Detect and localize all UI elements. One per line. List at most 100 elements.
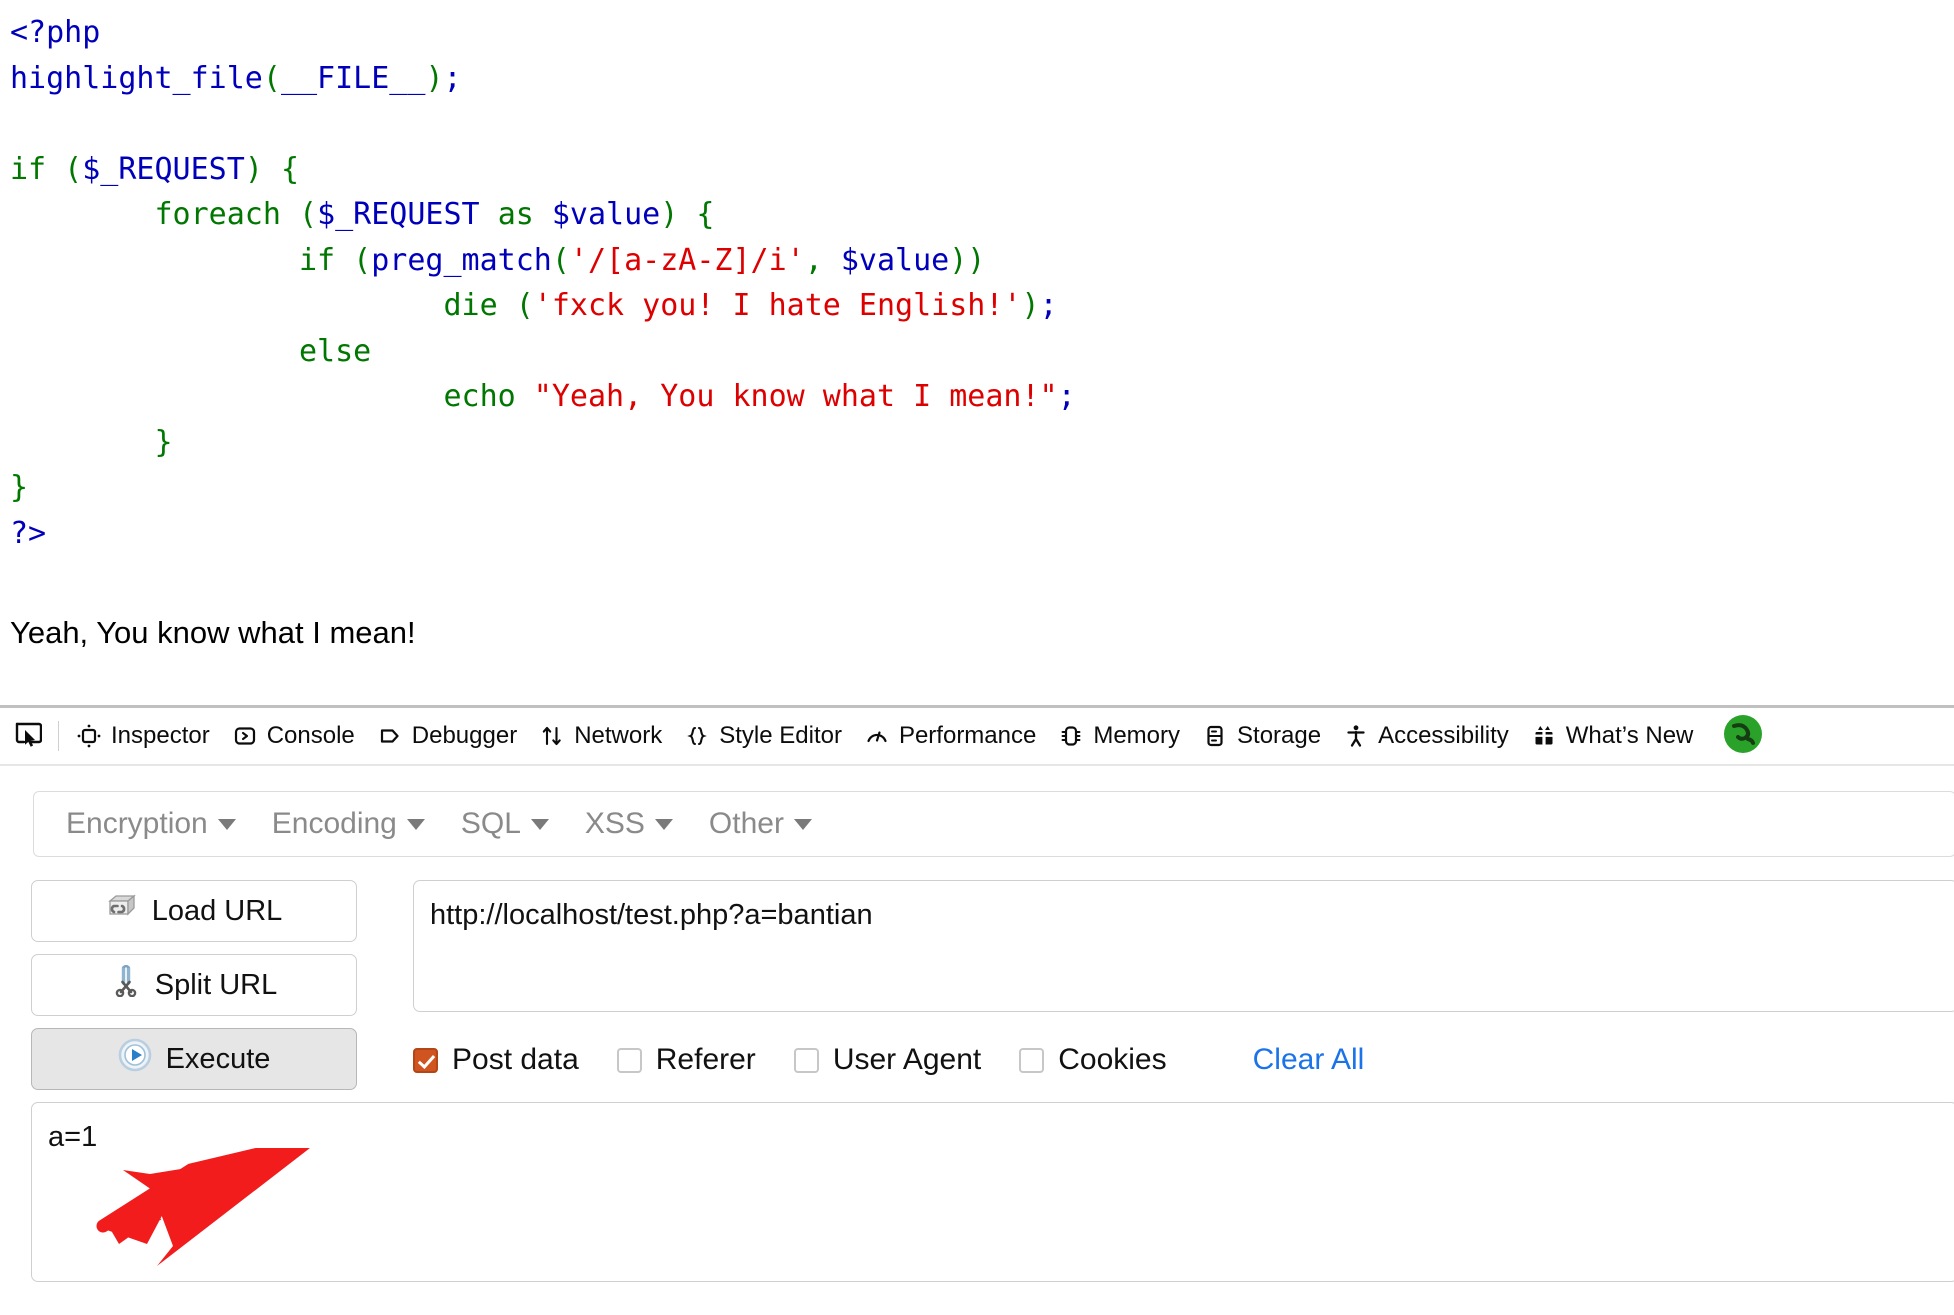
- tab-performance[interactable]: Performance: [853, 713, 1047, 759]
- code-token: ): [244, 151, 263, 187]
- memory-icon: [1058, 723, 1084, 749]
- inspector-icon: [76, 723, 102, 749]
- devtools-panel: Inspector Console Debugger Network Style…: [0, 705, 1954, 1315]
- user-agent-checkbox-group[interactable]: User Agent: [793, 1043, 982, 1077]
- code-token: {: [280, 151, 299, 187]
- code-token: ;: [1057, 379, 1076, 414]
- accessibility-icon: [1343, 723, 1369, 749]
- menu-label: SQL: [460, 807, 521, 840]
- tab-label: Network: [574, 722, 663, 749]
- code-token: $value: [551, 197, 661, 232]
- code-token: "Yeah, You know what I mean!": [533, 379, 1058, 414]
- element-picker-button[interactable]: [4, 713, 52, 759]
- code-token: ;: [443, 60, 462, 96]
- storage-icon: [1202, 723, 1228, 749]
- menu-label: XSS: [584, 807, 645, 840]
- load-url-button[interactable]: Load URL: [31, 880, 357, 942]
- cookies-checkbox[interactable]: [1019, 1047, 1045, 1073]
- code-token: (: [335, 242, 372, 278]
- execute-button[interactable]: Execute: [31, 1028, 357, 1090]
- code-token: if: [10, 151, 47, 187]
- checkbox-label: Referer: [655, 1043, 756, 1076]
- performance-icon: [864, 723, 890, 749]
- user-agent-checkbox[interactable]: [793, 1047, 819, 1073]
- code-token: }: [154, 424, 173, 460]
- load-url-icon: [106, 892, 138, 930]
- url-input[interactable]: http://localhost/test.php?a=bantian: [413, 880, 1954, 1012]
- request-options-row: Post data Referer User Agent Cookies Cle…: [413, 1043, 1364, 1077]
- tab-inspector[interactable]: Inspector: [65, 713, 221, 759]
- code-token: $_REQUEST: [317, 197, 480, 232]
- tab-label: Console: [266, 722, 355, 749]
- code-token: (: [497, 288, 534, 323]
- checkbox-label: User Agent: [832, 1043, 982, 1076]
- checkbox-label: Post data: [452, 1043, 579, 1076]
- referer-checkbox[interactable]: [616, 1047, 642, 1073]
- post-data-checkbox-group[interactable]: Post data: [413, 1043, 579, 1077]
- network-icon: [539, 723, 565, 749]
- hackbar-icon: [1722, 713, 1764, 760]
- tab-memory[interactable]: Memory: [1047, 713, 1191, 759]
- code-token: ,: [804, 242, 841, 278]
- tab-console[interactable]: Console: [221, 713, 366, 759]
- chevron-down-icon: [217, 818, 236, 830]
- php-source-listing: <?php highlight_file(__FILE__); if ($_RE…: [0, 0, 1954, 556]
- code-token: foreach: [154, 197, 281, 232]
- chevron-down-icon: [793, 818, 812, 830]
- menu-label: Encryption: [66, 807, 208, 840]
- tab-whats-new[interactable]: What’s New: [1520, 713, 1705, 759]
- code-token: $value: [840, 242, 950, 278]
- chevron-down-icon: [530, 818, 549, 830]
- code-token: <?php: [10, 15, 101, 50]
- menu-label: Encoding: [271, 807, 397, 840]
- tab-label: What’s New: [1565, 722, 1694, 749]
- console-icon: [232, 723, 258, 749]
- post-data-input[interactable]: a=1: [31, 1102, 1954, 1282]
- code-token: (: [46, 151, 83, 187]
- code-token: }: [10, 470, 29, 505]
- menu-encryption[interactable]: Encryption: [48, 807, 254, 841]
- chevron-down-icon: [406, 818, 425, 830]
- button-label: Load URL: [151, 894, 283, 927]
- code-token: die: [443, 288, 498, 323]
- tab-label: Style Editor: [719, 722, 842, 749]
- code-token: as: [497, 197, 534, 232]
- tab-style-editor[interactable]: Style Editor: [673, 713, 853, 759]
- code-token: __FILE__: [280, 60, 426, 96]
- menu-xss[interactable]: XSS: [567, 807, 691, 841]
- tab-accessibility[interactable]: Accessibility: [1332, 713, 1520, 759]
- code-token: (: [280, 197, 318, 232]
- tab-label: Performance: [898, 722, 1037, 749]
- post-data-checkbox[interactable]: [413, 1047, 438, 1073]
- clear-all-link[interactable]: Clear All: [1253, 1043, 1365, 1077]
- style-editor-icon: [684, 723, 710, 749]
- menu-other[interactable]: Other: [691, 807, 830, 841]
- code-token: ;: [1039, 288, 1058, 323]
- code-token: $_REQUEST: [82, 151, 245, 187]
- tab-network[interactable]: Network: [528, 713, 673, 759]
- button-label: Split URL: [154, 968, 278, 1001]
- button-label: Execute: [165, 1042, 271, 1075]
- code-token: ): [660, 197, 679, 232]
- code-token: 'fxck you! I hate English!': [533, 288, 1022, 323]
- hackbar-extension-button[interactable]: [1722, 713, 1764, 760]
- split-url-button[interactable]: Split URL: [31, 954, 357, 1016]
- menu-sql[interactable]: SQL: [443, 807, 567, 841]
- cookies-checkbox-group[interactable]: Cookies: [1019, 1043, 1167, 1077]
- tab-storage[interactable]: Storage: [1191, 713, 1332, 759]
- referer-checkbox-group[interactable]: Referer: [616, 1043, 756, 1077]
- tab-debugger[interactable]: Debugger: [366, 713, 528, 759]
- code-token: echo: [443, 379, 516, 414]
- menu-encoding[interactable]: Encoding: [254, 807, 443, 841]
- tab-label: Memory: [1093, 722, 1181, 749]
